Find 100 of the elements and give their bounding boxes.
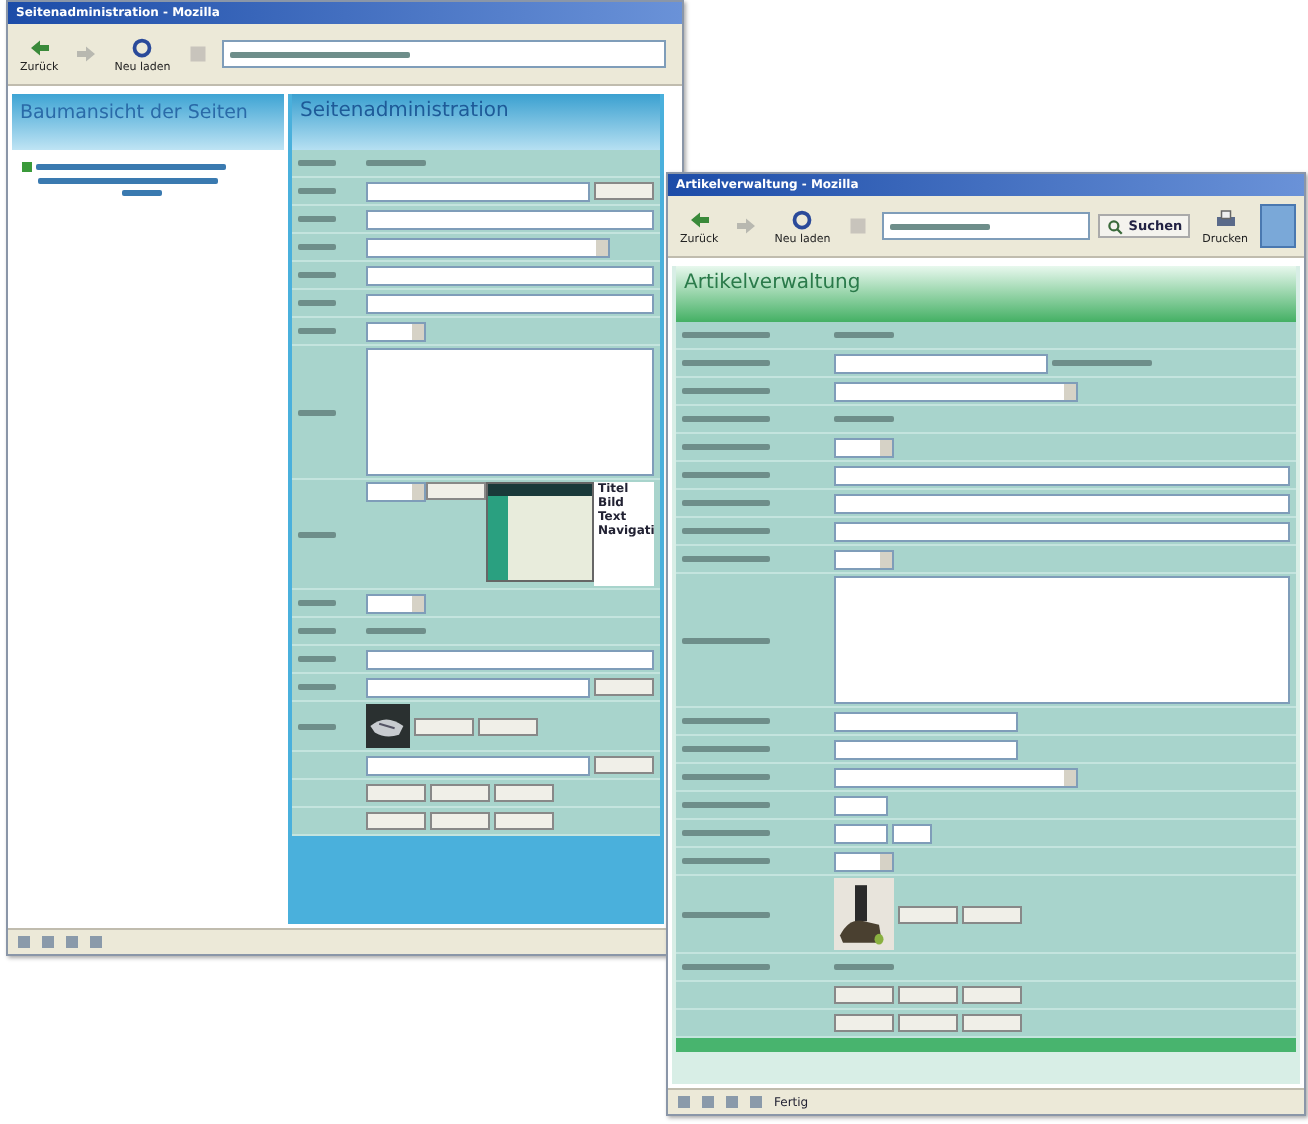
label-line <box>682 830 770 836</box>
label-line <box>298 272 336 278</box>
label-line <box>682 637 770 643</box>
label-line <box>682 388 770 394</box>
label-line <box>298 328 336 334</box>
input-field[interactable] <box>834 521 1290 541</box>
select-field[interactable] <box>366 593 426 613</box>
button[interactable] <box>962 1014 1022 1032</box>
button[interactable] <box>414 717 474 735</box>
back-arrow-icon <box>27 35 52 59</box>
input-field[interactable] <box>834 823 888 843</box>
button[interactable] <box>594 182 654 200</box>
label-line <box>682 360 770 366</box>
button[interactable] <box>898 905 958 923</box>
value-line <box>834 416 894 422</box>
value-line <box>834 964 894 970</box>
value-line <box>366 160 426 166</box>
button[interactable] <box>430 784 490 802</box>
address-field[interactable] <box>882 212 1091 240</box>
input-field[interactable] <box>834 353 1048 373</box>
label-line <box>682 444 770 450</box>
button[interactable] <box>834 986 894 1004</box>
button[interactable] <box>834 1014 894 1032</box>
page-screenshot <box>486 482 594 582</box>
page-title: Artikelverwaltung <box>684 272 863 294</box>
select-field[interactable] <box>834 549 894 569</box>
forward-arrow-icon <box>734 214 759 238</box>
button[interactable] <box>366 784 426 802</box>
note-line <box>1052 360 1152 366</box>
value-line <box>834 332 894 338</box>
label-line <box>682 332 770 338</box>
button[interactable] <box>494 812 554 830</box>
input-field[interactable] <box>366 755 590 775</box>
label-line <box>298 188 336 194</box>
label-line <box>682 746 770 752</box>
label-line <box>682 472 770 478</box>
button[interactable] <box>962 905 1022 923</box>
text-area[interactable] <box>366 348 654 476</box>
button[interactable] <box>430 812 490 830</box>
select-field[interactable] <box>366 321 426 341</box>
select-field[interactable] <box>834 437 894 457</box>
label-line <box>298 300 336 306</box>
label-line <box>682 500 770 506</box>
label-line <box>298 216 336 222</box>
input-field[interactable] <box>366 265 654 285</box>
label-line <box>682 416 770 422</box>
input-field[interactable] <box>366 181 590 201</box>
address-field[interactable] <box>222 40 666 68</box>
label-line <box>682 858 770 864</box>
label-line <box>298 531 336 537</box>
input-field[interactable] <box>892 823 932 843</box>
button[interactable] <box>962 986 1022 1004</box>
input-field[interactable] <box>366 293 654 313</box>
select-field[interactable] <box>834 381 1078 401</box>
input-field[interactable] <box>366 209 654 229</box>
search-icon <box>1106 217 1125 235</box>
input-field[interactable] <box>834 465 1290 485</box>
input-field[interactable] <box>366 677 590 697</box>
stop-icon <box>186 42 211 66</box>
label-line <box>298 244 336 250</box>
reload-icon <box>790 207 815 231</box>
select-field[interactable] <box>366 237 610 257</box>
panel-header: Baumansicht der Seiten <box>12 94 284 150</box>
button[interactable] <box>898 1014 958 1032</box>
label-line <box>298 628 336 634</box>
input-field[interactable] <box>834 739 1018 759</box>
printer-icon <box>1213 207 1238 231</box>
forward-arrow-icon <box>74 42 99 66</box>
input-field[interactable] <box>834 493 1290 513</box>
label-line <box>298 684 336 690</box>
value-line <box>366 628 426 634</box>
label-line <box>682 556 770 562</box>
select-field[interactable] <box>366 482 426 502</box>
button[interactable] <box>594 678 654 696</box>
label-line <box>298 409 336 415</box>
label-line <box>682 774 770 780</box>
select-field[interactable] <box>834 767 1078 787</box>
button[interactable] <box>898 986 958 1004</box>
page-title: Seitenadministration <box>300 100 511 122</box>
button[interactable] <box>494 784 554 802</box>
label-line <box>298 656 336 662</box>
label-line <box>298 723 336 729</box>
reload-icon <box>130 35 155 59</box>
label-line <box>682 911 770 917</box>
button[interactable] <box>594 756 654 774</box>
text-area[interactable] <box>834 576 1290 704</box>
stop-icon <box>846 214 871 238</box>
select-field[interactable] <box>834 851 894 871</box>
button[interactable] <box>478 717 538 735</box>
input-field[interactable] <box>834 711 1018 731</box>
label-line <box>298 600 336 606</box>
label-line <box>298 160 336 166</box>
input-field[interactable] <box>366 649 654 669</box>
button[interactable] <box>426 482 486 500</box>
label-line <box>682 528 770 534</box>
button[interactable] <box>366 812 426 830</box>
label-line <box>682 964 770 970</box>
sidebar-toggle[interactable] <box>1260 204 1296 248</box>
back-arrow-icon <box>687 207 712 231</box>
input-field[interactable] <box>834 795 888 815</box>
